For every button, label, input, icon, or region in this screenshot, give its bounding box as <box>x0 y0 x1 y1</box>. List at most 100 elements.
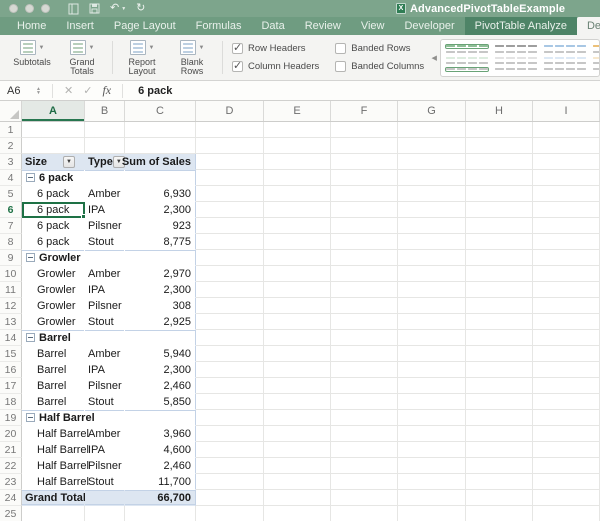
cell-D5[interactable] <box>196 186 264 202</box>
tab-home[interactable]: Home <box>7 17 56 35</box>
pivot-style-light-gray[interactable] <box>494 44 538 72</box>
cell-E21[interactable] <box>264 442 331 458</box>
page-layout-view-icon[interactable] <box>68 3 79 15</box>
cell-I25[interactable] <box>533 506 600 521</box>
cell-C21[interactable]: 4,600 <box>125 442 196 458</box>
cell-A19[interactable]: Half Barrel <box>22 410 85 426</box>
cell-C15[interactable]: 5,940 <box>125 346 196 362</box>
cell-G23[interactable] <box>398 474 466 490</box>
cell-C23[interactable]: 11,700 <box>125 474 196 490</box>
cell-C20[interactable]: 3,960 <box>125 426 196 442</box>
tab-review[interactable]: Review <box>295 17 351 35</box>
cell-C3[interactable]: Sum of Sales <box>125 154 196 170</box>
cell-C8[interactable]: 8,775 <box>125 234 196 250</box>
cell-G13[interactable] <box>398 314 466 330</box>
select-all-corner[interactable] <box>0 101 22 121</box>
cell-A20[interactable]: Half Barrel <box>22 426 85 442</box>
cell-A3[interactable]: Size▼ <box>22 154 85 170</box>
cell-H2[interactable] <box>466 138 533 154</box>
cell-E1[interactable] <box>264 122 331 138</box>
cell-H19[interactable] <box>466 410 533 426</box>
cell-E9[interactable] <box>264 250 331 266</box>
cell-I20[interactable] <box>533 426 600 442</box>
cell-D17[interactable] <box>196 378 264 394</box>
row-header-4[interactable]: 4 <box>0 170 22 186</box>
cell-I1[interactable] <box>533 122 600 138</box>
cell-E4[interactable] <box>264 170 331 186</box>
cell-E17[interactable] <box>264 378 331 394</box>
cell-G10[interactable] <box>398 266 466 282</box>
cell-I6[interactable] <box>533 202 600 218</box>
cell-D12[interactable] <box>196 298 264 314</box>
row-header-24[interactable]: 24 <box>0 490 22 506</box>
cell-G12[interactable] <box>398 298 466 314</box>
cell-G7[interactable] <box>398 218 466 234</box>
column-header-A[interactable]: A <box>22 101 85 121</box>
checkbox-banded-columns[interactable]: Banded Columns <box>335 61 424 72</box>
cell-F20[interactable] <box>331 426 398 442</box>
column-header-B[interactable]: B <box>85 101 125 121</box>
tab-insert[interactable]: Insert <box>56 17 104 35</box>
cell-I13[interactable] <box>533 314 600 330</box>
cell-C7[interactable]: 923 <box>125 218 196 234</box>
cell-F9[interactable] <box>331 250 398 266</box>
cell-F15[interactable] <box>331 346 398 362</box>
cell-G20[interactable] <box>398 426 466 442</box>
cell-B3[interactable]: Type▼ <box>85 154 125 170</box>
cell-A14[interactable]: Barrel <box>22 330 85 346</box>
cell-D2[interactable] <box>196 138 264 154</box>
cell-H23[interactable] <box>466 474 533 490</box>
row-header-13[interactable]: 13 <box>0 314 22 330</box>
cell-C2[interactable] <box>125 138 196 154</box>
cell-E14[interactable] <box>264 330 331 346</box>
cell-A2[interactable] <box>22 138 85 154</box>
cell-D4[interactable] <box>196 170 264 186</box>
collapse-group-icon[interactable] <box>26 173 35 182</box>
cell-I11[interactable] <box>533 282 600 298</box>
row-header-2[interactable]: 2 <box>0 138 22 154</box>
column-header-C[interactable]: C <box>125 101 196 121</box>
cell-H14[interactable] <box>466 330 533 346</box>
cell-I22[interactable] <box>533 458 600 474</box>
cell-E2[interactable] <box>264 138 331 154</box>
row-header-15[interactable]: 15 <box>0 346 22 362</box>
cell-I23[interactable] <box>533 474 600 490</box>
close-icon[interactable] <box>9 4 18 13</box>
row-header-20[interactable]: 20 <box>0 426 22 442</box>
cell-G22[interactable] <box>398 458 466 474</box>
cell-G19[interactable] <box>398 410 466 426</box>
cell-I7[interactable] <box>533 218 600 234</box>
blank-rows-button[interactable]: ▼Blank Rows <box>170 35 214 80</box>
cell-B2[interactable] <box>85 138 125 154</box>
cell-D10[interactable] <box>196 266 264 282</box>
cell-E13[interactable] <box>264 314 331 330</box>
row-header-14[interactable]: 14 <box>0 330 22 346</box>
cell-D1[interactable] <box>196 122 264 138</box>
cell-I19[interactable] <box>533 410 600 426</box>
cell-G4[interactable] <box>398 170 466 186</box>
cell-D20[interactable] <box>196 426 264 442</box>
cell-D9[interactable] <box>196 250 264 266</box>
cell-B1[interactable] <box>85 122 125 138</box>
cell-F14[interactable] <box>331 330 398 346</box>
cell-A22[interactable]: Half Barrel <box>22 458 85 474</box>
cell-I14[interactable] <box>533 330 600 346</box>
cell-A5[interactable]: 6 pack <box>22 186 85 202</box>
cell-H7[interactable] <box>466 218 533 234</box>
row-header-5[interactable]: 5 <box>0 186 22 202</box>
cell-E12[interactable] <box>264 298 331 314</box>
tab-design[interactable]: Design <box>577 17 600 35</box>
cell-C5[interactable]: 6,930 <box>125 186 196 202</box>
cell-B4[interactable] <box>85 170 125 186</box>
cell-I4[interactable] <box>533 170 600 186</box>
cell-E11[interactable] <box>264 282 331 298</box>
cell-B18[interactable]: Stout <box>85 394 125 410</box>
dropdown-arrow-icon[interactable]: ▼ <box>199 45 205 51</box>
cell-F24[interactable] <box>331 490 398 506</box>
cell-C19[interactable] <box>125 410 196 426</box>
cell-A18[interactable]: Barrel <box>22 394 85 410</box>
cell-I9[interactable] <box>533 250 600 266</box>
cell-C4[interactable] <box>125 170 196 186</box>
cell-C16[interactable]: 2,300 <box>125 362 196 378</box>
cell-F3[interactable] <box>331 154 398 170</box>
